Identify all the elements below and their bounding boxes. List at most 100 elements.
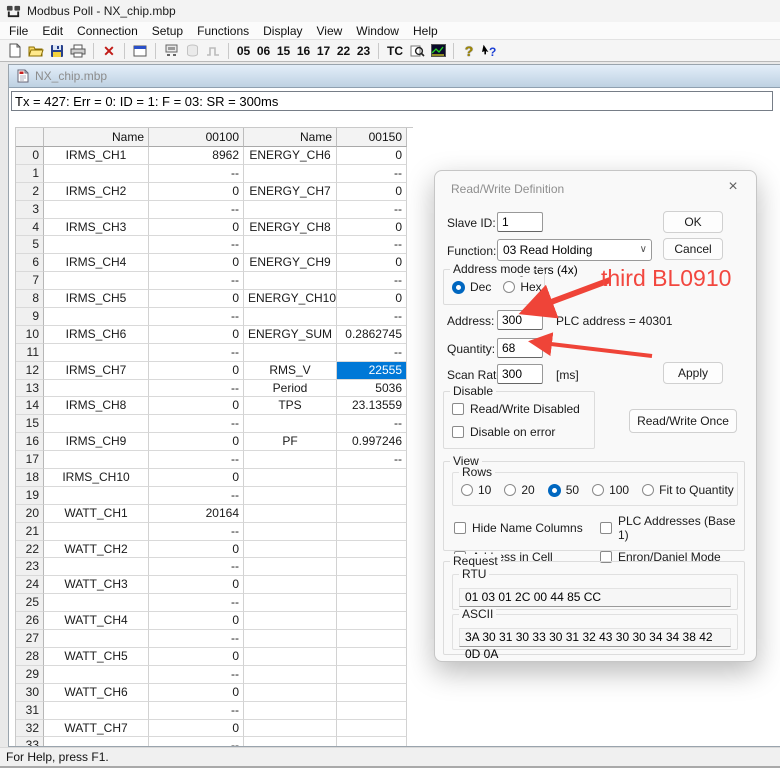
name-cell[interactable] <box>44 415 149 433</box>
value-cell[interactable]: -- <box>337 308 407 326</box>
read-write-once-button[interactable]: Read/Write Once <box>629 409 737 433</box>
value-cell[interactable]: 0 <box>337 290 407 308</box>
name-cell[interactable]: IRMS_CH1 <box>44 147 149 165</box>
name-cell[interactable] <box>44 201 149 219</box>
value-cell[interactable]: 0 <box>149 290 244 308</box>
name-cell[interactable] <box>244 576 337 594</box>
address-input[interactable]: 300 <box>497 310 543 330</box>
open-file-button[interactable] <box>26 41 46 60</box>
value-cell[interactable] <box>337 648 407 666</box>
name-cell[interactable] <box>244 451 337 469</box>
name-cell[interactable]: WATT_CH3 <box>44 576 149 594</box>
value-cell[interactable]: -- <box>337 165 407 183</box>
name-cell[interactable]: PF <box>244 433 337 451</box>
name-cell[interactable] <box>44 737 149 746</box>
value-cell[interactable]: 0 <box>149 648 244 666</box>
value-cell[interactable] <box>337 487 407 505</box>
value-cell[interactable]: -- <box>337 272 407 290</box>
name-cell[interactable] <box>44 380 149 398</box>
value-cell[interactable]: 0 <box>149 219 244 237</box>
name-cell[interactable] <box>244 541 337 559</box>
name-cell[interactable] <box>44 523 149 541</box>
name-cell[interactable]: WATT_CH7 <box>44 720 149 738</box>
value-cell[interactable]: 0 <box>149 469 244 487</box>
name-cell[interactable] <box>244 201 337 219</box>
name-cell[interactable]: RMS_V <box>244 362 337 380</box>
name-cell[interactable] <box>244 344 337 362</box>
name-cell[interactable] <box>244 487 337 505</box>
value-cell[interactable]: 20164 <box>149 505 244 523</box>
value-cell[interactable]: -- <box>149 558 244 576</box>
menu-item-window[interactable]: Window <box>349 23 406 39</box>
name-cell[interactable] <box>244 236 337 254</box>
value-cell[interactable]: -- <box>149 165 244 183</box>
value-cell[interactable]: -- <box>149 272 244 290</box>
name-cell[interactable]: IRMS_CH8 <box>44 397 149 415</box>
context-help-button[interactable]: ? <box>480 41 500 60</box>
value-cell[interactable]: 0 <box>149 183 244 201</box>
name-cell[interactable]: ENERGY_CH8 <box>244 219 337 237</box>
name-cell[interactable] <box>244 594 337 612</box>
radio-address-mode-dec[interactable]: Dec <box>452 280 491 294</box>
database-button[interactable] <box>182 41 202 60</box>
menu-item-functions[interactable]: Functions <box>190 23 256 39</box>
value-cell[interactable]: -- <box>149 666 244 684</box>
value-cell[interactable] <box>337 612 407 630</box>
name-cell[interactable] <box>244 648 337 666</box>
value-cell[interactable] <box>337 469 407 487</box>
value-cell[interactable]: -- <box>149 737 244 746</box>
name-cell[interactable]: WATT_CH6 <box>44 684 149 702</box>
apply-button[interactable]: Apply <box>663 362 723 384</box>
value-cell[interactable]: 0 <box>149 326 244 344</box>
name-cell[interactable]: WATT_CH4 <box>44 612 149 630</box>
value-cell[interactable]: 0 <box>149 541 244 559</box>
menu-item-display[interactable]: Display <box>256 23 309 39</box>
name-cell[interactable]: IRMS_CH5 <box>44 290 149 308</box>
scan-rate-input[interactable]: 300 <box>497 364 543 384</box>
value-cell[interactable]: -- <box>149 308 244 326</box>
value-cell[interactable]: 0 <box>337 183 407 201</box>
name-cell[interactable]: IRMS_CH4 <box>44 254 149 272</box>
radio-rows-20[interactable]: 20 <box>504 483 534 497</box>
name-cell[interactable]: Period <box>244 380 337 398</box>
value-cell[interactable]: -- <box>337 451 407 469</box>
function-23-button[interactable]: 23 <box>354 41 373 60</box>
value-cell[interactable]: 0 <box>149 576 244 594</box>
value-cell[interactable] <box>337 737 407 746</box>
document-titlebar[interactable]: NX_chip.mbp <box>9 65 780 88</box>
print-button[interactable] <box>68 41 88 60</box>
name-cell[interactable] <box>244 523 337 541</box>
value-cell[interactable]: 0 <box>337 147 407 165</box>
name-cell[interactable] <box>244 666 337 684</box>
name-cell[interactable]: ENERGY_SUM <box>244 326 337 344</box>
value-cell[interactable]: 0 <box>337 254 407 272</box>
name-cell[interactable] <box>44 451 149 469</box>
value-cell[interactable]: -- <box>337 201 407 219</box>
function-16-button[interactable]: 16 <box>294 41 313 60</box>
value-cell[interactable] <box>337 684 407 702</box>
value-cell[interactable]: 0 <box>149 362 244 380</box>
name-cell[interactable] <box>244 684 337 702</box>
value-cell[interactable]: 0.2862745 <box>337 326 407 344</box>
chart-button[interactable] <box>428 41 448 60</box>
value-cell[interactable] <box>337 666 407 684</box>
function-22-button[interactable]: 22 <box>334 41 353 60</box>
radio-address-mode-hex[interactable]: Hex <box>503 280 541 294</box>
name-cell[interactable] <box>44 344 149 362</box>
checkbox-plc-addresses-base-1-[interactable]: PLC Addresses (Base 1) <box>600 514 744 542</box>
value-cell[interactable]: -- <box>149 523 244 541</box>
delete-button[interactable]: ✕ <box>99 41 119 60</box>
name-cell[interactable] <box>244 165 337 183</box>
name-cell[interactable] <box>44 666 149 684</box>
name-cell[interactable]: IRMS_CH3 <box>44 219 149 237</box>
value-cell[interactable]: -- <box>149 487 244 505</box>
name-cell[interactable] <box>44 487 149 505</box>
setup-window-button[interactable] <box>130 41 150 60</box>
value-cell[interactable] <box>337 558 407 576</box>
value-cell[interactable]: 23.13559 <box>337 397 407 415</box>
name-cell[interactable]: IRMS_CH7 <box>44 362 149 380</box>
value-cell[interactable]: 0 <box>149 684 244 702</box>
test-center-button[interactable]: TC <box>384 41 406 60</box>
close-icon[interactable]: × <box>723 177 743 197</box>
name-cell[interactable] <box>244 612 337 630</box>
